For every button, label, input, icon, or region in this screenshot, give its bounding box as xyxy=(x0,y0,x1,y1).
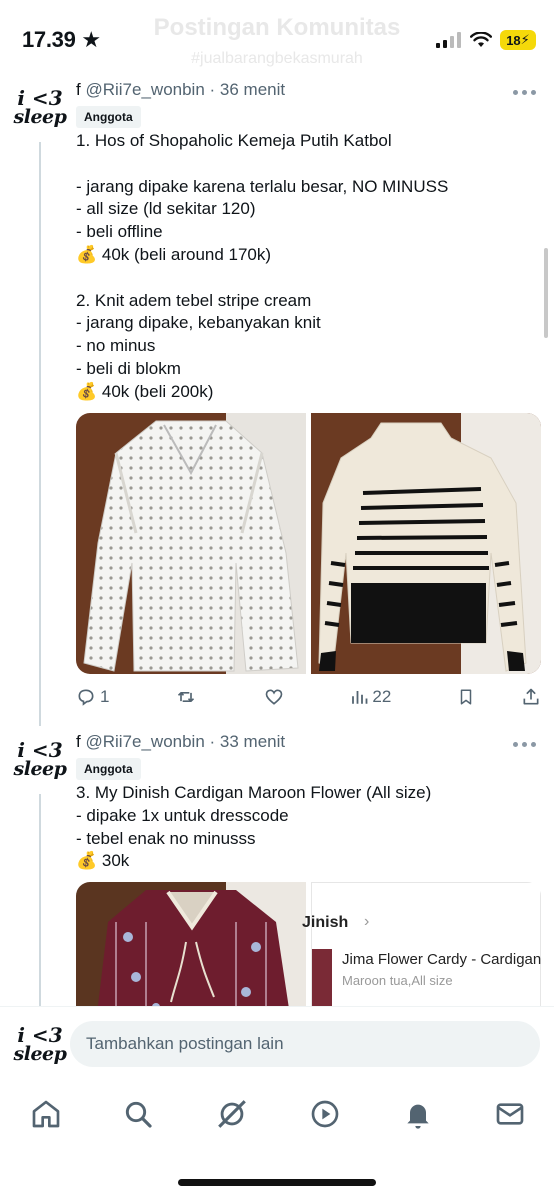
search-icon xyxy=(125,1101,152,1128)
bottom-tab-bar xyxy=(0,1082,554,1199)
bookmark-icon[interactable] xyxy=(457,687,475,707)
post-text: 1. Hos of Shopaholic Kemeja Putih Katbol… xyxy=(76,131,449,401)
product-thumbnail xyxy=(312,949,332,1006)
reply-button[interactable]: 1 xyxy=(76,687,109,707)
like-button[interactable] xyxy=(263,687,285,707)
photo-store-screenshot[interactable]: Jinish › Jima Flower Cardy - Cardigan Ma… xyxy=(302,882,541,1006)
views-icon xyxy=(352,691,368,704)
handle[interactable]: @Rii7e_wonbin xyxy=(85,732,204,751)
home-icon xyxy=(32,1100,60,1128)
more-options-icon[interactable] xyxy=(513,742,536,747)
views-button[interactable]: 22 xyxy=(350,687,391,707)
more-options-icon[interactable] xyxy=(513,90,536,95)
share-icon[interactable] xyxy=(521,687,541,707)
post-header: f @Rii7e_wonbin · 33 menit xyxy=(76,732,285,752)
tab-video[interactable] xyxy=(305,1094,345,1134)
thread-line xyxy=(39,142,41,726)
tab-notifications[interactable] xyxy=(398,1094,438,1134)
status-bar: Postingan Komunitas #jualbarangbekasmura… xyxy=(0,0,554,76)
bell-icon xyxy=(407,1104,429,1129)
product-variant: Maroon tua,All size xyxy=(342,973,453,988)
tab-grok[interactable] xyxy=(212,1094,252,1134)
product-title: Jima Flower Cardy - Cardigan xyxy=(342,951,541,968)
tab-messages[interactable] xyxy=(490,1094,530,1134)
avatar[interactable]: i <3 sleep xyxy=(12,732,68,788)
store-name: Jinish xyxy=(302,914,349,931)
tab-search[interactable] xyxy=(118,1094,158,1134)
photo-white-shirt[interactable] xyxy=(76,413,306,674)
mail-icon xyxy=(496,1103,524,1125)
post-media[interactable]: Jinish › Jima Flower Cardy - Cardigan Ma… xyxy=(76,882,541,1006)
chevron-right-icon: › xyxy=(364,913,370,930)
thread-line xyxy=(39,794,41,1006)
repost-button[interactable] xyxy=(175,687,197,707)
add-post-input[interactable]: Tambahkan postingan lain xyxy=(70,1021,540,1067)
display-name[interactable]: f xyxy=(76,732,81,751)
heart-icon xyxy=(265,689,283,705)
reply-bar: i <3 sleep Tambahkan postingan lain xyxy=(0,1006,554,1082)
photo-maroon-cardigan[interactable] xyxy=(76,882,306,1006)
post-time: · 36 menit xyxy=(209,80,286,99)
wifi-icon xyxy=(470,32,492,47)
reply-icon xyxy=(78,689,94,706)
battery-indicator: 18 ⚡ xyxy=(500,30,536,50)
handle[interactable]: @Rii7e_wonbin xyxy=(85,80,204,99)
home-indicator[interactable] xyxy=(178,1179,376,1186)
grok-icon xyxy=(218,1100,246,1128)
post-feed[interactable]: i <3 sleep f @Rii7e_wonbin · 36 menit An… xyxy=(0,76,554,1006)
status-icons: 18 ⚡ xyxy=(436,30,536,50)
repost-icon xyxy=(178,692,195,702)
post-1[interactable]: i <3 sleep f @Rii7e_wonbin · 36 menit An… xyxy=(0,76,554,726)
display-name[interactable]: f xyxy=(76,80,81,99)
member-badge: Anggota xyxy=(76,106,141,128)
play-circle-icon xyxy=(311,1100,339,1128)
post-actions: 1 22 xyxy=(76,683,541,711)
post-header: f @Rii7e_wonbin · 36 menit xyxy=(76,80,285,100)
tab-home[interactable] xyxy=(26,1094,66,1134)
post-text: 3. My Dinish Cardigan Maroon Flower (All… xyxy=(76,783,432,871)
photo-striped-knit[interactable] xyxy=(311,413,541,674)
signal-icon xyxy=(436,32,461,48)
member-badge: Anggota xyxy=(76,758,141,780)
post-2[interactable]: i <3 sleep f @Rii7e_wonbin · 33 menit An… xyxy=(0,728,554,1006)
my-avatar[interactable]: i <3 sleep xyxy=(12,1017,68,1073)
post-time: · 33 menit xyxy=(209,732,286,751)
status-time: 17.39 ★ xyxy=(22,27,101,52)
scroll-indicator[interactable] xyxy=(544,248,548,338)
post-media[interactable] xyxy=(76,413,541,674)
avatar[interactable]: i <3 sleep xyxy=(12,80,68,136)
